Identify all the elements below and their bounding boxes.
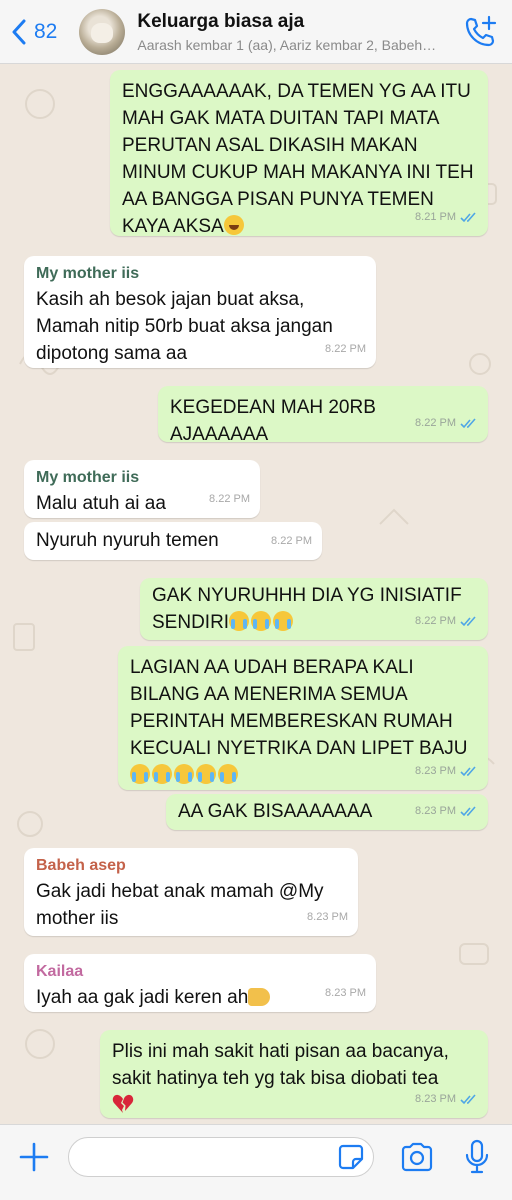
message-text: Kasih ah besok jajan buat aksa, Mamah ni… — [36, 289, 333, 364]
loudly-crying-face-icon — [152, 764, 172, 784]
message-time: 8.23 PM — [415, 805, 456, 817]
message-meta: 8.23 PM — [307, 904, 348, 931]
double-check-icon — [460, 212, 476, 223]
message-bubble[interactable]: Babeh asep Gak jadi hebat anak mamah @My… — [24, 848, 358, 936]
chat-info[interactable]: Keluarga biasa aja Aarash kembar 1 (aa),… — [137, 11, 437, 53]
message-meta: 8.23 PM — [415, 758, 478, 785]
double-check-icon — [460, 806, 476, 817]
message-sender: My mother iis — [36, 265, 140, 282]
message-bubble[interactable]: ENGGAAAAAAK, DA TEMEN YG AA ITU MAH GAK … — [110, 70, 488, 237]
message-time: 8.23 PM — [415, 1093, 456, 1105]
double-check-icon — [460, 1094, 476, 1105]
message-bubble[interactable]: LAGIAN AA UDAH BERAPA KALI BILANG AA MEN… — [118, 646, 488, 790]
message-input[interactable] — [68, 1137, 374, 1177]
message-time: 8.21 PM — [415, 211, 456, 223]
message-meta: 8.22 PM — [415, 410, 478, 437]
message-bubble[interactable]: My mother iis Kasih ah besok jajan buat … — [24, 256, 376, 368]
message-meta: 8.22 PM — [271, 528, 312, 555]
loudly-crying-face-icon — [273, 611, 294, 631]
chat-participants: Aarash kembar 1 (aa), Aariz kembar 2, Ba… — [137, 36, 437, 53]
message-time: 8.22 PM — [325, 343, 366, 355]
message-sender: My mother iis — [36, 469, 140, 486]
message-text: Gak jadi hebat anak mamah @My mother iis — [36, 881, 324, 929]
camera-icon[interactable] — [400, 1142, 434, 1172]
double-check-icon — [460, 766, 476, 777]
message-meta: 8.23 PM — [415, 1086, 478, 1113]
loudly-crying-face-icon — [130, 764, 150, 784]
grinning-squinting-face-icon — [223, 215, 244, 235]
double-check-icon — [460, 616, 476, 627]
message-bubble[interactable]: My mother iis Malu atuh ai aa 8.22 PM — [24, 460, 260, 518]
chat-title: Keluarga biasa aja — [137, 10, 305, 32]
broken-heart-icon — [112, 1094, 134, 1114]
sticker-icon[interactable] — [338, 1144, 364, 1170]
message-bubble[interactable]: Kailaa Iyah aa gak jadi keren ah 8.23 PM — [24, 954, 376, 1012]
message-meta: 8.22 PM — [209, 486, 250, 513]
message-meta: 8.23 PM — [415, 798, 478, 825]
loudly-crying-face-icon — [174, 764, 194, 784]
group-avatar[interactable] — [79, 8, 126, 55]
message-time: 8.22 PM — [209, 493, 250, 505]
message-bubble[interactable]: Plis ini mah sakit hati pisan aa bacanya… — [100, 1030, 488, 1118]
message-time: 8.23 PM — [307, 911, 348, 923]
message-time: 8.22 PM — [415, 417, 456, 429]
message-meta: 8.22 PM — [415, 608, 478, 635]
chevron-left-icon — [12, 19, 26, 44]
message-sender: Babeh asep — [36, 857, 126, 874]
message-bubble[interactable]: AA GAK BISAAAAAAA 8.23 PM — [166, 794, 488, 830]
message-sender: Kailaa — [36, 963, 84, 980]
chat-header: 82 Keluarga biasa aja Aarash kembar 1 (a… — [0, 0, 512, 64]
double-check-icon — [460, 418, 476, 429]
message-time: 8.22 PM — [415, 615, 456, 627]
message-text: Plis ini mah sakit hati pisan aa bacanya… — [112, 1041, 449, 1089]
message-text: LAGIAN AA UDAH BERAPA KALI BILANG AA MEN… — [130, 657, 468, 759]
message-meta: 8.22 PM — [325, 336, 366, 363]
unread-count: 82 — [34, 19, 58, 43]
loudly-crying-face-icon — [218, 764, 238, 784]
message-text: Nyuruh nyuruh temen — [36, 530, 219, 551]
message-bubble[interactable]: GAK NYURUHHH DIA YG INISIATIF SENDIRI 8.… — [140, 578, 488, 640]
loudly-crying-face-icon — [196, 764, 216, 784]
back-button[interactable]: 82 — [10, 19, 57, 45]
phone-plus-icon[interactable] — [464, 14, 498, 48]
message-text: Iyah aa gak jadi keren ah — [36, 987, 249, 1008]
message-meta: 8.21 PM — [415, 204, 478, 231]
composer-bar — [0, 1124, 512, 1200]
plus-icon[interactable] — [18, 1141, 50, 1173]
message-time: 8.22 PM — [271, 535, 312, 547]
loudly-crying-face-icon — [251, 611, 272, 631]
message-meta: 8.23 PM — [325, 980, 366, 1007]
thumbs-down-icon — [248, 988, 271, 1006]
message-time: 8.23 PM — [415, 765, 456, 777]
loudly-crying-face-icon — [229, 611, 250, 631]
microphone-icon[interactable] — [464, 1139, 490, 1175]
message-time: 8.23 PM — [325, 987, 366, 999]
message-bubble[interactable]: Nyuruh nyuruh temen 8.22 PM — [24, 522, 322, 560]
message-bubble[interactable]: KEGEDEAN MAH 20RB AJAAAAAA 8.22 PM — [158, 386, 488, 445]
